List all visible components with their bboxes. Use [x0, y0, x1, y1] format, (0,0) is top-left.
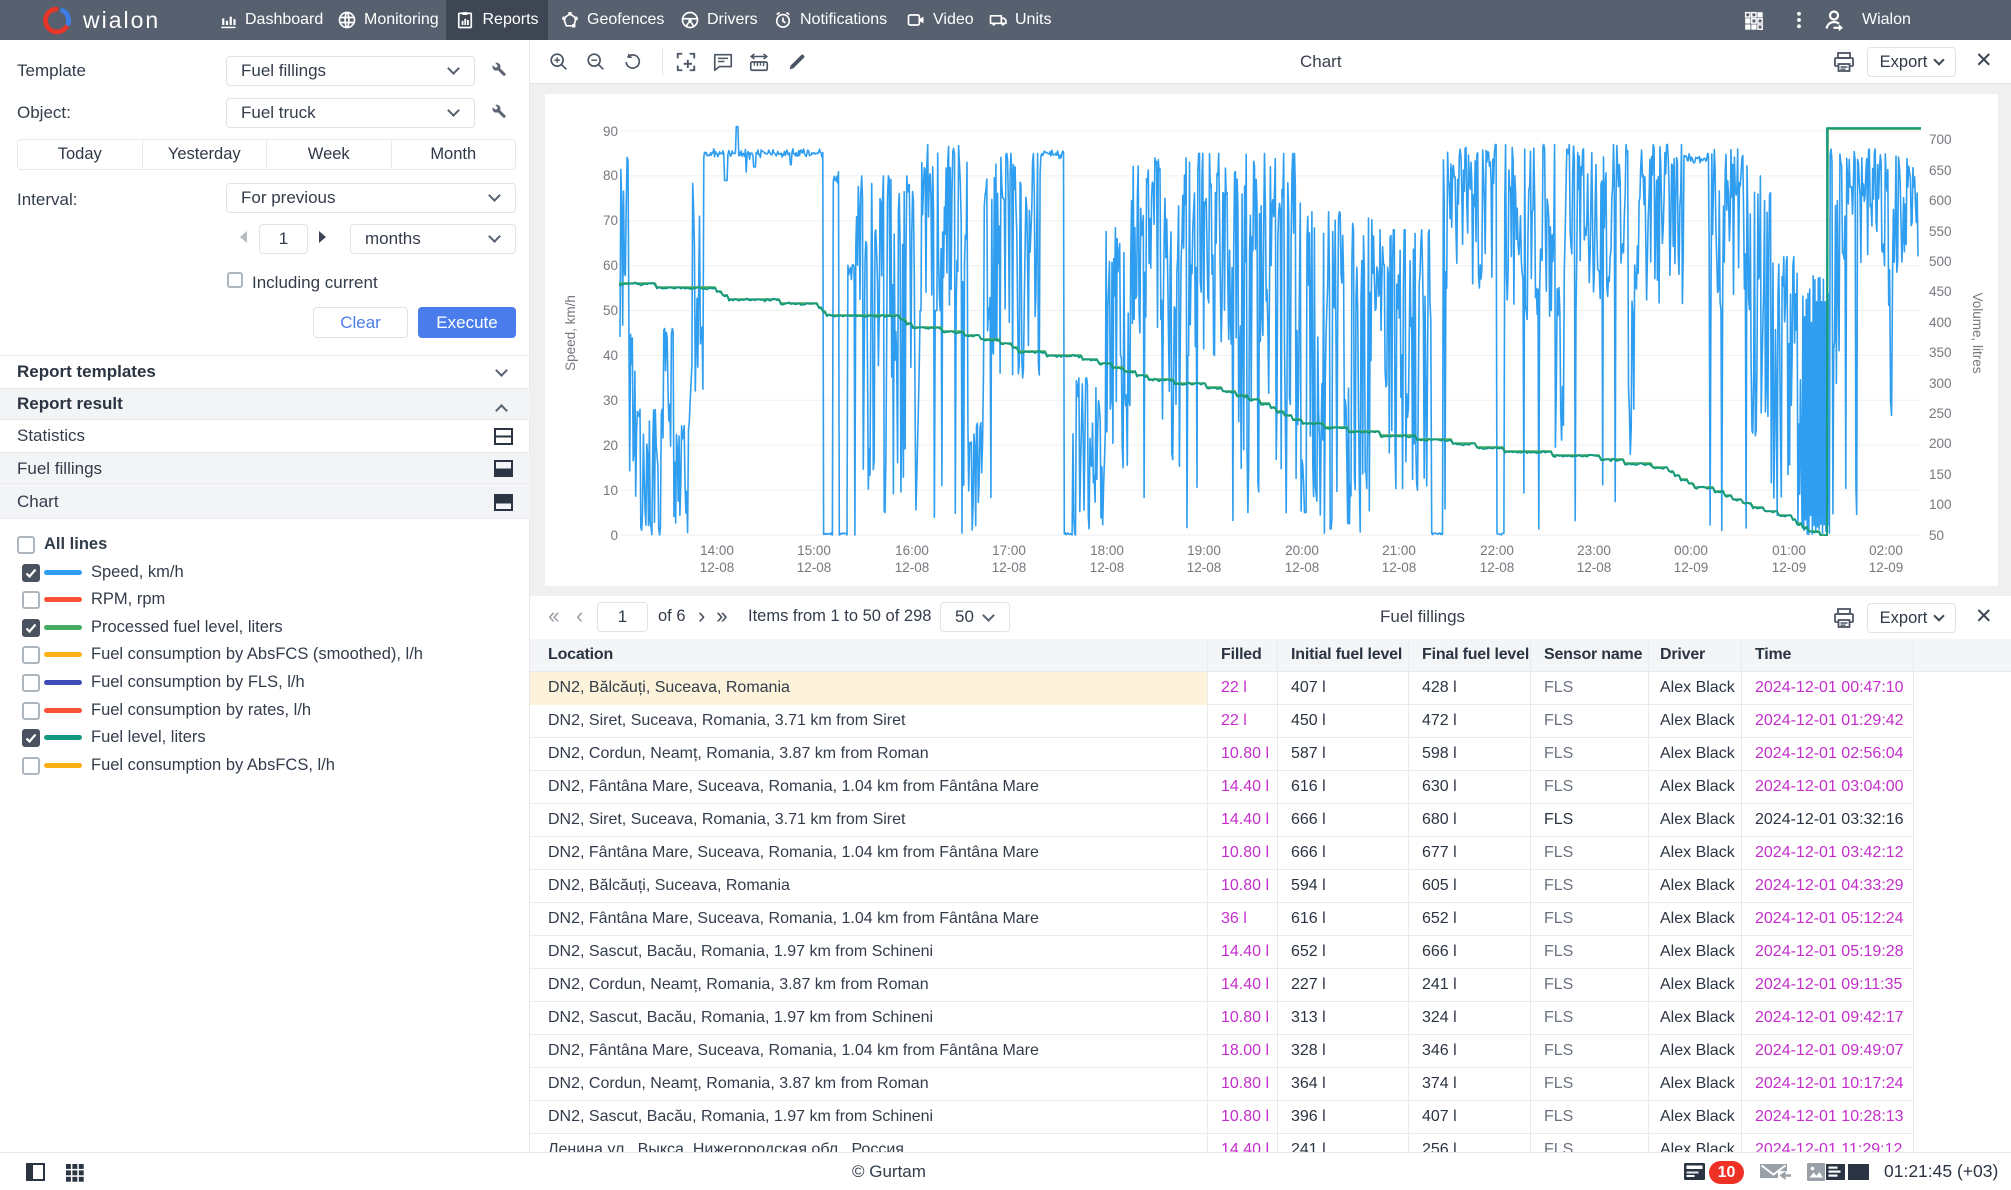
svg-text:15:00: 15:00 — [797, 543, 831, 558]
svg-text:70: 70 — [603, 213, 618, 228]
svg-text:23:00: 23:00 — [1577, 543, 1611, 558]
svg-text:12-08: 12-08 — [700, 560, 735, 575]
svg-text:650: 650 — [1929, 163, 1952, 178]
svg-text:600: 600 — [1929, 193, 1952, 208]
svg-text:20:00: 20:00 — [1285, 543, 1319, 558]
svg-text:12-09: 12-09 — [1869, 560, 1904, 575]
svg-text:18:00: 18:00 — [1090, 543, 1124, 558]
svg-text:12-08: 12-08 — [797, 560, 832, 575]
svg-text:40: 40 — [603, 348, 618, 363]
svg-text:12-08: 12-08 — [1285, 560, 1320, 575]
svg-text:22:00: 22:00 — [1480, 543, 1514, 558]
svg-text:90: 90 — [603, 124, 618, 139]
svg-text:17:00: 17:00 — [992, 543, 1026, 558]
svg-text:12-08: 12-08 — [1382, 560, 1417, 575]
svg-text:0: 0 — [610, 528, 618, 543]
svg-text:19:00: 19:00 — [1187, 543, 1221, 558]
svg-text:12-09: 12-09 — [1674, 560, 1709, 575]
svg-text:12-08: 12-08 — [1577, 560, 1612, 575]
svg-text:16:00: 16:00 — [895, 543, 929, 558]
svg-text:10: 10 — [603, 483, 618, 498]
svg-text:350: 350 — [1929, 345, 1952, 360]
svg-text:300: 300 — [1929, 376, 1952, 391]
svg-text:21:00: 21:00 — [1382, 543, 1416, 558]
svg-text:20: 20 — [603, 438, 618, 453]
svg-text:60: 60 — [603, 258, 618, 273]
svg-text:200: 200 — [1929, 436, 1952, 451]
svg-text:100: 100 — [1929, 497, 1952, 512]
svg-text:30: 30 — [603, 393, 618, 408]
svg-text:12-08: 12-08 — [992, 560, 1027, 575]
svg-text:12-09: 12-09 — [1772, 560, 1807, 575]
svg-text:450: 450 — [1929, 284, 1952, 299]
svg-text:02:00: 02:00 — [1869, 543, 1903, 558]
svg-text:12-08: 12-08 — [1480, 560, 1515, 575]
svg-text:00:00: 00:00 — [1674, 543, 1708, 558]
svg-text:01:00: 01:00 — [1772, 543, 1806, 558]
svg-text:700: 700 — [1929, 132, 1952, 147]
svg-text:12-08: 12-08 — [1090, 560, 1125, 575]
svg-text:500: 500 — [1929, 254, 1952, 269]
svg-text:50: 50 — [603, 303, 618, 318]
svg-text:12-08: 12-08 — [1187, 560, 1222, 575]
svg-text:550: 550 — [1929, 224, 1952, 239]
svg-text:Speed, km/h: Speed, km/h — [563, 295, 578, 371]
svg-text:Volume, litres: Volume, litres — [1970, 292, 1985, 373]
svg-text:250: 250 — [1929, 406, 1952, 421]
svg-text:50: 50 — [1929, 528, 1944, 543]
svg-text:400: 400 — [1929, 315, 1952, 330]
svg-text:12-08: 12-08 — [895, 560, 930, 575]
svg-text:150: 150 — [1929, 467, 1952, 482]
svg-text:80: 80 — [603, 168, 618, 183]
svg-text:14:00: 14:00 — [700, 543, 734, 558]
